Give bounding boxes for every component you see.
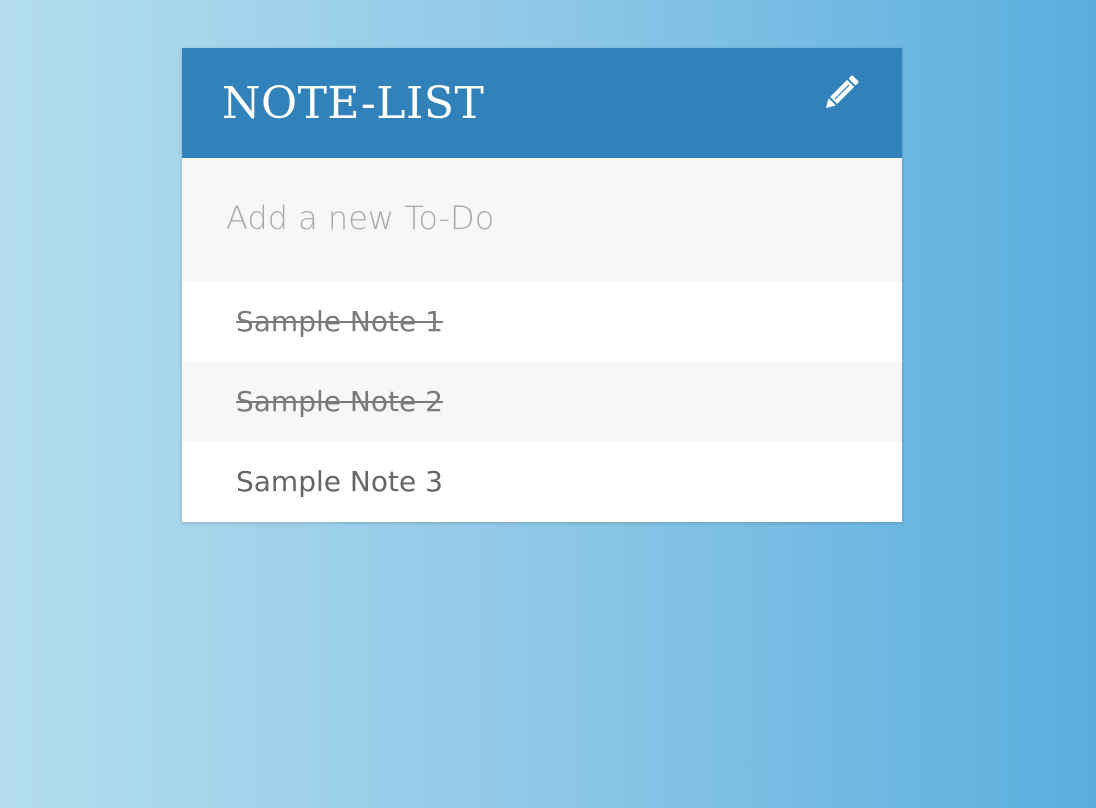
new-todo-row <box>182 158 902 282</box>
todo-item-1[interactable]: Sample Note 1 <box>182 282 902 362</box>
card-header: NOTE-LIST <box>182 48 902 158</box>
pencil-icon <box>818 72 862 116</box>
todo-item-2[interactable]: Sample Note 2 <box>182 362 902 442</box>
todo-item-3[interactable]: Sample Note 3 <box>182 442 902 522</box>
todo-item-text: Sample Note 3 <box>236 465 443 498</box>
todo-item-text: Sample Note 1 <box>236 305 443 338</box>
edit-button[interactable] <box>818 72 862 116</box>
app-title: NOTE-LIST <box>222 78 485 129</box>
todo-list: Sample Note 1 Sample Note 2 Sample Note … <box>182 282 902 522</box>
note-list-card: NOTE-LIST Sample Note 1 Sample Note 2 <box>182 48 902 522</box>
todo-item-text: Sample Note 2 <box>236 385 443 418</box>
new-todo-input[interactable] <box>226 190 846 246</box>
